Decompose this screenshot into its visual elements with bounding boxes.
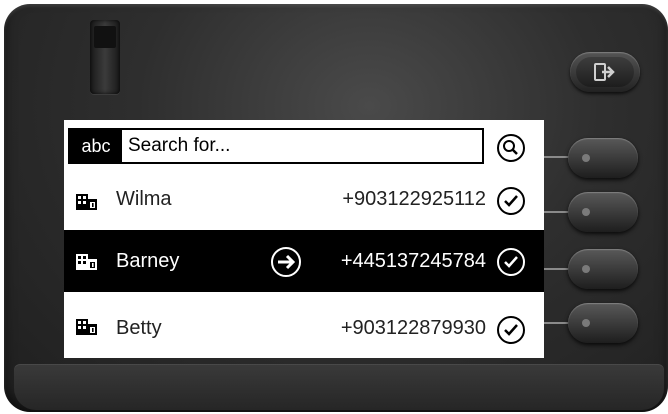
softkey-3[interactable] [568, 249, 638, 289]
handset-hook [90, 20, 120, 94]
contact-name: Barney [116, 250, 180, 272]
softkey-led [582, 208, 590, 216]
logout-icon [594, 63, 615, 81]
contact-number: +903122925112 [342, 188, 486, 210]
list-item[interactable]: Betty +903122879930 [64, 292, 544, 358]
building-contact-icon [76, 254, 97, 270]
search-field[interactable]: abc Search for... [68, 128, 484, 164]
softkey-4[interactable] [568, 303, 638, 343]
input-mode-tag: abc [70, 130, 122, 162]
list-item-selected[interactable]: Barney +445137245784 [64, 230, 544, 292]
checkmark-icon[interactable] [496, 247, 526, 277]
softkey-led [582, 319, 590, 327]
contact-number: +445137245784 [340, 250, 486, 272]
logout-key[interactable] [570, 52, 640, 92]
checkmark-icon[interactable] [496, 186, 526, 216]
checkmark-icon[interactable] [496, 315, 526, 345]
softkey-led [582, 265, 590, 273]
softkey-led [582, 154, 590, 162]
search-input[interactable]: Search for... [128, 130, 230, 162]
softkey-1[interactable] [568, 138, 638, 178]
contact-name: Wilma [116, 188, 172, 210]
list-item[interactable]: Wilma +903122925112 [64, 170, 544, 230]
softkey-2[interactable] [568, 192, 638, 232]
display-screen: abc Search for... Wilma +903122925112 Ba… [64, 120, 544, 358]
bottom-bezel [14, 364, 664, 410]
magnifier-icon[interactable] [496, 133, 526, 163]
arrow-right-icon[interactable] [270, 246, 302, 278]
search-row: abc Search for... [64, 120, 544, 170]
contact-name: Betty [116, 317, 162, 339]
contact-number: +903122879930 [340, 317, 486, 339]
building-contact-icon [76, 194, 97, 210]
building-contact-icon [76, 319, 97, 335]
